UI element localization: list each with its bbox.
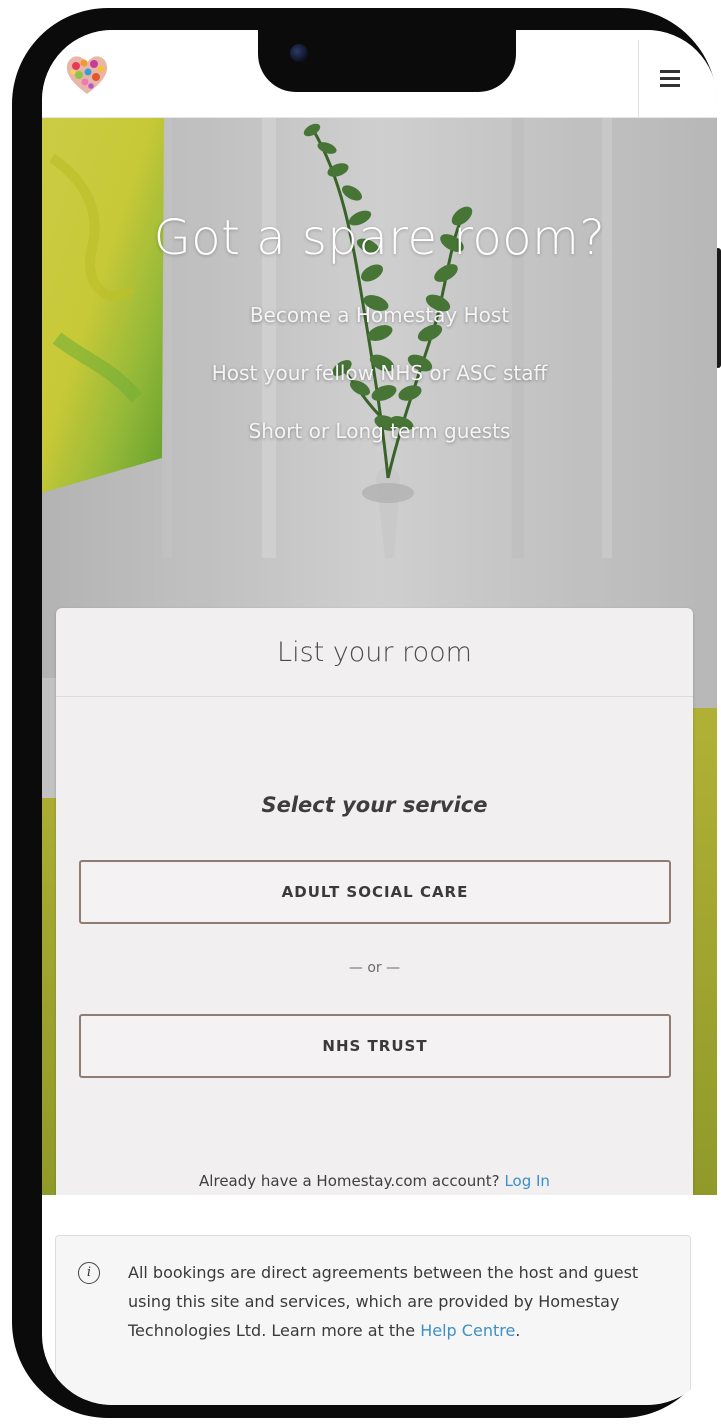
or-separator: — or — xyxy=(348,960,401,976)
front-camera-icon xyxy=(290,44,308,62)
hero-tagline-become-host: Become a Homestay Host xyxy=(249,303,510,327)
hero-title: Got a spare room? xyxy=(153,210,606,266)
info-body-text: All bookings are direct agreements betwe… xyxy=(128,1263,639,1340)
hero-tagline-guest-terms: Short or Long term guests xyxy=(248,419,511,443)
booking-info-notice: i All bookings are direct agreements bet… xyxy=(55,1235,691,1405)
adult-social-care-button[interactable]: ADULT SOCIAL CARE xyxy=(79,860,671,924)
nhs-trust-button[interactable]: NHS TRUST xyxy=(79,1014,671,1078)
list-room-card: List your room Select your service ADULT… xyxy=(56,608,693,1195)
login-link[interactable]: Log In xyxy=(504,1172,550,1190)
select-service-heading: Select your service xyxy=(261,793,488,817)
card-title: List your room xyxy=(56,608,693,697)
phone-screen: Got a spare room? Become a Homestay Host… xyxy=(42,30,717,1405)
help-centre-link[interactable]: Help Centre xyxy=(420,1321,515,1340)
homestay-logo-icon[interactable] xyxy=(64,52,110,98)
info-suffix: . xyxy=(515,1321,521,1340)
booking-info-text: All bookings are direct agreements betwe… xyxy=(128,1258,668,1345)
menu-divider xyxy=(638,40,639,118)
phone-notch xyxy=(258,30,516,92)
hero-banner: Got a spare room? Become a Homestay Host… xyxy=(42,118,717,1195)
hero-tagline-host-staff: Host your fellow NHS or ASC staff xyxy=(211,361,548,385)
login-prompt-line: Already have a Homestay.com account? Log… xyxy=(56,1172,693,1190)
login-prompt-text: Already have a Homestay.com account? xyxy=(199,1172,500,1190)
info-icon: i xyxy=(78,1262,100,1284)
hamburger-menu-icon[interactable] xyxy=(660,70,686,90)
phone-frame: Got a spare room? Become a Homestay Host… xyxy=(12,8,721,1418)
